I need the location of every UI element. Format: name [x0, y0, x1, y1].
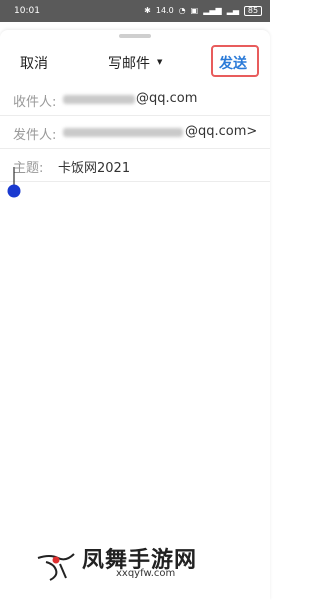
battery-icon: 85 — [244, 6, 262, 16]
subject-value[interactable]: 卡饭网2021 — [58, 157, 130, 176]
compose-sheet: 取消 写邮件 ▼ 发送 收件人: @qq.com 发件人: @qq.com> 主… — [0, 30, 270, 600]
subject-field[interactable]: 主题: 卡饭网2021 — [0, 149, 270, 182]
sender-redacted — [63, 128, 183, 137]
clock: 10:01 — [14, 6, 40, 16]
recipient-label: 收件人: — [13, 95, 57, 110]
recipient-redacted — [63, 95, 135, 104]
recipient-domain: @qq.com — [136, 91, 198, 106]
bluetooth-icon: ✱ — [144, 6, 151, 15]
data-speed-icon: 14.0 — [155, 6, 174, 15]
watermark: 凤舞手游网 xxqyfw.com — [36, 540, 266, 585]
signal-icon: ▂▄ — [226, 6, 239, 15]
sender-field[interactable]: 发件人: @qq.com> — [0, 116, 270, 149]
caret-down-icon[interactable]: ▼ — [157, 58, 162, 66]
sender-domain: @qq.com> — [185, 124, 258, 139]
send-button[interactable]: 发送 — [219, 53, 247, 73]
sender-label: 发件人: — [13, 128, 57, 143]
cursor-handle-knob[interactable] — [7, 184, 21, 198]
recipient-field[interactable]: 收件人: @qq.com — [0, 83, 270, 116]
watermark-logo-icon — [37, 553, 75, 581]
signal-icon: ▂▄▆ — [203, 6, 222, 15]
text-cursor-handle[interactable] — [7, 165, 21, 199]
wifi-icon: ◔ — [178, 6, 186, 15]
watermark-url: xxqyfw.com — [116, 568, 176, 579]
compose-header: 取消 写邮件 ▼ 发送 — [0, 38, 270, 84]
cancel-button[interactable]: 取消 — [20, 53, 48, 73]
send-highlight: 发送 — [211, 45, 259, 77]
hd-icon: ▣ — [190, 6, 199, 15]
status-icons: ✱ 14.0 ◔ ▣ ▂▄▆ ▂▄ 85 — [144, 0, 262, 22]
compose-title[interactable]: 写邮件 — [108, 53, 150, 73]
status-bar: 10:01 ✱ 14.0 ◔ ▣ ▂▄▆ ▂▄ 85 — [0, 0, 270, 22]
